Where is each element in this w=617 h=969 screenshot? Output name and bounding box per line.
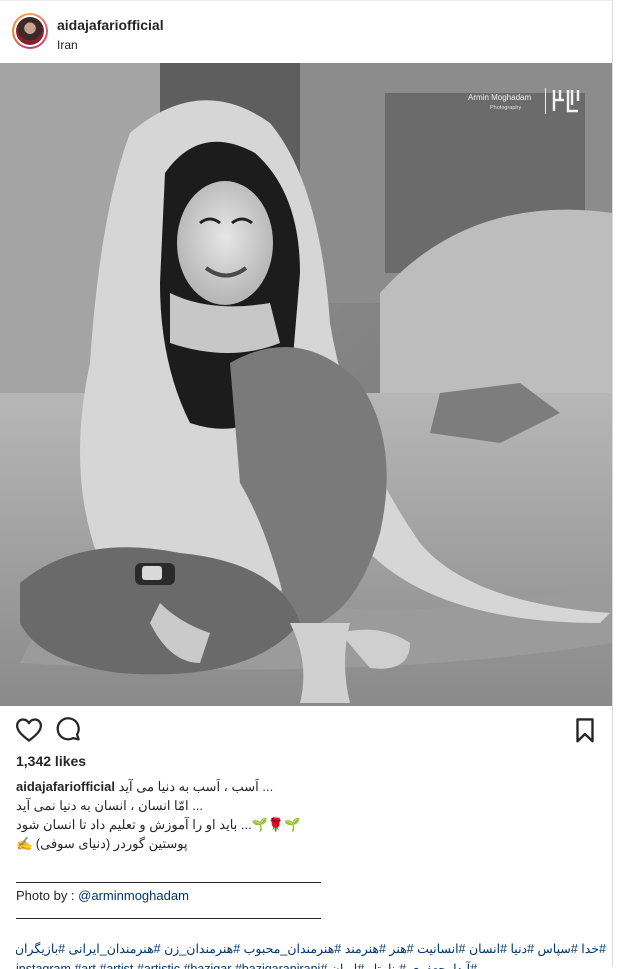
watermark-subtitle: Photography <box>490 105 521 111</box>
post-location[interactable]: Iran <box>57 38 78 52</box>
likes-count[interactable]: 1,342 likes <box>16 753 86 769</box>
caption-username[interactable]: aidajafariofficial <box>16 779 115 794</box>
hashtag-line[interactable]: #خدا #سپاس #دنیا #انسان #انسانیت #هنر #ه… <box>16 939 606 959</box>
post-actions <box>0 715 612 747</box>
avatar[interactable] <box>12 13 48 49</box>
photo-credit: Photo by : @arminmoghadam <box>16 888 189 903</box>
caption-line: 🌱🌹🌱... باید او را آموزش و تعلیم داد تا ا… <box>16 817 301 832</box>
heart-outline-icon[interactable] <box>14 715 44 745</box>
photo-illustration: Armin Moghadam Photography <box>0 63 612 706</box>
post-header: aidajafariofficial Iran <box>0 1 612 63</box>
post-username[interactable]: aidajafariofficial <box>57 17 164 33</box>
hashtag-list[interactable]: #خدا #سپاس #دنیا #انسان #انسانیت #هنر #ه… <box>16 939 606 969</box>
caption-first-row: aidajafariofficial ... اَسب ، اَسب به دن… <box>16 777 598 796</box>
caption-line: پوستین گوردر (دنیای سوفی) ✍ <box>16 836 188 851</box>
hashtag-line[interactable]: #آیدا_جعفری #بنا_تار #ایران #instagram #… <box>16 959 606 969</box>
photo-credit-label: Photo by : <box>16 888 79 903</box>
post-caption: aidajafariofficial ... اَسب ، اَسب به دن… <box>16 777 598 853</box>
caption-line: ... امّا انسان ، انسان به دنیا نمی آید <box>16 798 204 813</box>
caption-divider <box>16 918 321 919</box>
photographer-mention[interactable]: @arminmoghadam <box>78 888 189 903</box>
watermark-name: Armin Moghadam <box>468 93 531 102</box>
post-photo[interactable]: Armin Moghadam Photography <box>0 63 612 706</box>
bookmark-icon[interactable] <box>570 715 600 745</box>
comment-bubble-icon[interactable] <box>53 715 83 745</box>
avatar-photo <box>16 17 44 45</box>
caption-line: ... اَسب ، اَسب به دنیا می آید <box>118 779 274 794</box>
instagram-post-card: aidajafariofficial Iran Armin Moghadam P… <box>0 0 613 969</box>
caption-divider <box>16 882 321 883</box>
